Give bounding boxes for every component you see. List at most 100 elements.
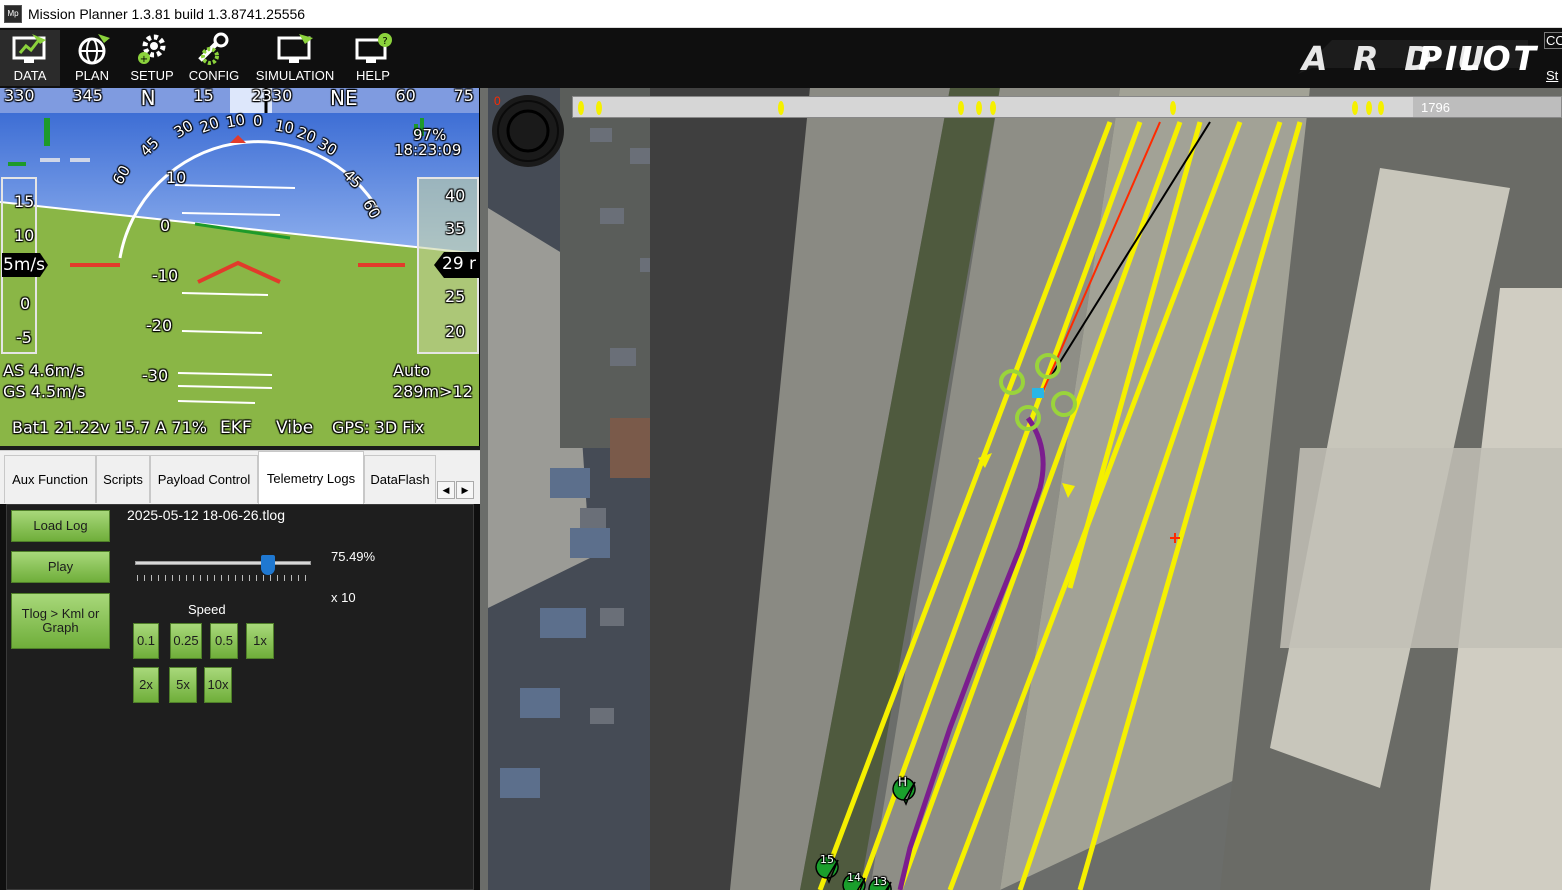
speed-multiplier: x 10	[331, 590, 356, 605]
tab-scroll-left-icon[interactable]: ◀	[437, 481, 455, 499]
speed-0-1-button[interactable]: 0.1	[133, 623, 159, 659]
side-text-bottom[interactable]: St	[1546, 68, 1558, 83]
simulation-button[interactable]: SIMULATION	[250, 30, 340, 86]
compass-label-heading: 2330	[251, 88, 293, 105]
tab-scroll-right-icon[interactable]: ▶	[456, 481, 474, 499]
compass-label-n: N	[140, 88, 156, 110]
action-tabs: Aux Function Scripts Payload Control Tel…	[0, 450, 480, 505]
roll-mark-10r: 10	[273, 116, 296, 138]
alt-tape-35: 35	[445, 219, 466, 238]
tab-payload-control[interactable]: Payload Control	[150, 455, 258, 503]
roll-mark-10l: 10	[224, 110, 247, 132]
speed-tape-m5: -5	[16, 328, 32, 347]
svg-text:PILOT: PILOT	[1418, 39, 1538, 78]
vibe-indicator[interactable]: Vibe	[276, 418, 313, 438]
slider-thumb[interactable]	[260, 555, 275, 575]
gears-icon: +	[138, 34, 166, 65]
log-filename: 2025-05-12 18-06-26.tlog	[127, 507, 286, 523]
tab-label: Payload Control	[157, 472, 251, 487]
pitch-label-m20: -20	[146, 316, 173, 335]
compass-label-345: 345	[72, 88, 103, 105]
setup-label: SETUP	[130, 68, 174, 83]
tab-label: DataFlash	[370, 472, 430, 487]
tab-label: Scripts	[103, 472, 143, 487]
help-label: HELP	[356, 68, 390, 83]
app-icon: Mp	[4, 4, 22, 23]
speed-tape-0: 0	[20, 294, 31, 313]
load-log-button[interactable]: Load Log	[11, 510, 110, 542]
waypoint-label-home: H	[898, 775, 908, 789]
tab-scripts[interactable]: Scripts	[96, 455, 150, 503]
slider-track	[135, 561, 311, 565]
satellite-map[interactable]	[480, 88, 1562, 890]
alt-tape-25: 25	[445, 287, 466, 306]
compass-labels: 330 345 N 15 2330 NE 60 75	[4, 88, 474, 110]
tab-label: Aux Function	[12, 472, 88, 487]
timeline-end-value: 1796	[1421, 100, 1450, 115]
side-truncated-text: CO St	[1543, 28, 1562, 88]
slider-ticks	[137, 575, 307, 581]
waypoint-label-13: 13	[873, 875, 887, 888]
speed-10x-button[interactable]: 10x	[204, 667, 232, 703]
playback-slider[interactable]	[135, 555, 311, 583]
data-button[interactable]: DATA	[0, 30, 60, 86]
hud-display: 330 345 N 15 2330 NE 60 75 60 45 30 20 1…	[0, 88, 480, 446]
airspeed-text: AS 4.6m/s	[3, 361, 84, 380]
plan-label: PLAN	[75, 68, 109, 83]
speed-1x-button[interactable]: 1x	[246, 623, 274, 659]
speed-0-25-button[interactable]: 0.25	[170, 623, 202, 659]
flight-mode: Auto	[393, 361, 431, 380]
progress-percent: 75.49%	[331, 549, 376, 564]
main-toolbar: DATA PLAN + SETUP CONFIG SIMULATION ? HE…	[0, 28, 1562, 88]
simulation-monitor-icon	[277, 34, 313, 63]
groundspeed-text: GS 4.5m/s	[3, 382, 86, 401]
tab-aux-function[interactable]: Aux Function	[4, 455, 96, 503]
timeline-markers	[578, 101, 1384, 115]
speed-0-5-button[interactable]: 0.5	[210, 623, 238, 659]
battery-status: Bat1 21.22v 15.7 A 71%	[12, 418, 207, 437]
waypoint-label-14: 14	[847, 871, 861, 884]
ekf-indicator[interactable]: EKF	[220, 418, 252, 438]
alt-tape-40: 40	[445, 186, 466, 205]
log-timeline[interactable]: 1796	[572, 96, 1562, 118]
pitch-label-m30: -30	[142, 366, 169, 385]
compass-label-15: 15	[193, 88, 214, 105]
compass-label-75: 75	[453, 88, 474, 105]
speed-label: Speed	[188, 602, 226, 617]
help-button[interactable]: ? HELP	[344, 30, 402, 86]
pitch-label-0: 0	[160, 216, 171, 235]
hud-clock: 18:23:09	[394, 141, 462, 159]
map-view[interactable]: H 15 14 13	[480, 88, 1562, 890]
ardupilot-logo: ARDU PILOT	[1298, 39, 1538, 78]
config-button[interactable]: CONFIG	[184, 30, 244, 86]
speed-tape-15: 15	[14, 192, 35, 211]
plan-button[interactable]: PLAN	[64, 30, 120, 86]
speed-value: 5m/s	[3, 255, 45, 275]
compass-label-ne: NE	[330, 88, 358, 110]
speed-2x-button[interactable]: 2x	[133, 667, 159, 703]
tab-telemetry-logs[interactable]: Telemetry Logs	[258, 451, 364, 505]
camera-control[interactable]	[492, 95, 564, 167]
pitch-label-10: 10	[166, 168, 187, 187]
tab-dataflash[interactable]: DataFlash	[364, 455, 436, 503]
waypoint-info: 289m>12	[393, 382, 473, 401]
telemetry-logs-panel: Load Log Play Tlog > Kml or Graph 2025-0…	[0, 504, 480, 890]
tlog-to-kml-button[interactable]: Tlog > Kml or Graph	[11, 593, 110, 649]
alt-tape-20: 20	[445, 322, 466, 341]
speed-5x-button[interactable]: 5x	[169, 667, 197, 703]
speed-tape-10: 10	[14, 226, 35, 245]
simulation-label: SIMULATION	[255, 68, 335, 83]
setup-button[interactable]: + SETUP	[124, 30, 180, 86]
help-monitor-icon: ?	[355, 33, 392, 63]
alt-value: 29 r	[442, 254, 477, 274]
svg-text:?: ?	[382, 36, 387, 47]
compass-label-330: 330	[4, 88, 35, 105]
window-title: Mission Planner 1.3.81 build 1.3.8741.25…	[28, 5, 306, 22]
gps-status: GPS: 3D Fix	[332, 418, 425, 437]
play-button[interactable]: Play	[11, 551, 110, 583]
tab-label: Telemetry Logs	[266, 471, 356, 486]
wrench-icon	[198, 32, 229, 65]
svg-text:+: +	[140, 54, 148, 65]
waypoint-label-15: 15	[820, 853, 834, 866]
pitch-label-m10: -10	[152, 266, 179, 285]
